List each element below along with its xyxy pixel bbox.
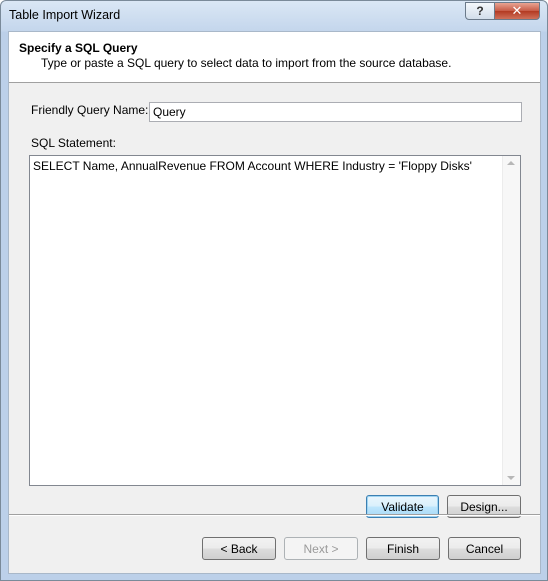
title-bar[interactable]: Table Import Wizard ? ✕ (1, 1, 547, 31)
finish-button[interactable]: Finish (366, 537, 440, 560)
friendly-name-input[interactable] (149, 102, 522, 122)
wizard-header: Specify a SQL Query Type or paste a SQL … (9, 32, 540, 83)
next-button[interactable]: Next > (284, 537, 358, 560)
close-button[interactable]: ✕ (494, 2, 540, 20)
help-button[interactable]: ? (465, 2, 495, 20)
window-title: Table Import Wizard (9, 8, 121, 22)
cancel-button[interactable]: Cancel (448, 537, 521, 560)
scroll-down-arrow-icon[interactable] (507, 476, 515, 480)
cancel-button-label: Cancel (465, 541, 504, 556)
design-button-label: Design... (460, 499, 508, 514)
table-import-wizard-window: Table Import Wizard ? ✕ Specify a SQL Qu… (0, 0, 548, 581)
back-button[interactable]: < Back (202, 537, 276, 560)
finish-button-label: Finish (386, 541, 419, 556)
sql-statement-label: SQL Statement: (31, 136, 116, 150)
vertical-scrollbar[interactable] (502, 156, 520, 485)
back-button-label: < Back (220, 541, 258, 556)
sql-statement-textarea[interactable]: SELECT Name, AnnualRevenue FROM Account … (29, 155, 521, 486)
page-title: Specify a SQL Query (19, 41, 138, 55)
close-icon: ✕ (511, 3, 523, 18)
sql-statement-text: SELECT Name, AnnualRevenue FROM Account … (33, 159, 472, 173)
validate-button-label: Validate (381, 499, 424, 514)
next-button-label: Next > (303, 541, 339, 556)
page-description: Type or paste a SQL query to select data… (41, 56, 452, 70)
scroll-up-arrow-icon[interactable] (507, 161, 515, 165)
help-icon: ? (476, 4, 484, 18)
wizard-content: Specify a SQL Query Type or paste a SQL … (8, 31, 541, 574)
friendly-name-label: Friendly Query Name: (31, 103, 149, 117)
footer-separator (9, 514, 540, 516)
